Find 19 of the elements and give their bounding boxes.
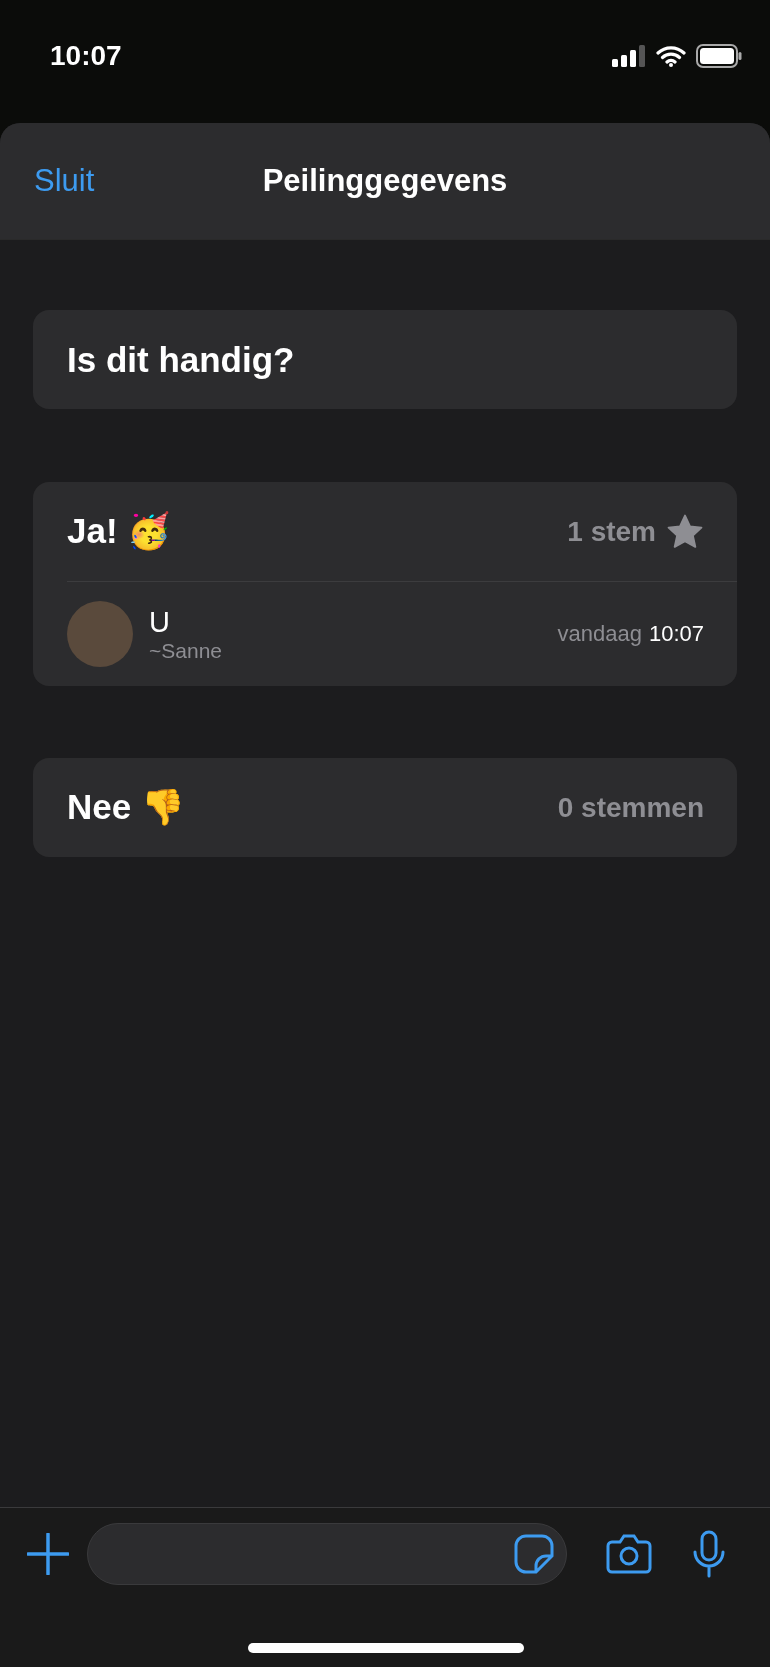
battery-icon xyxy=(696,44,742,68)
voter-subname: ~Sanne xyxy=(149,639,223,663)
vote-count: 0 stemmen xyxy=(557,791,704,824)
status-time: 10:07 xyxy=(50,40,122,72)
camera-icon[interactable] xyxy=(606,1534,652,1574)
close-button[interactable]: Sluit xyxy=(34,163,95,199)
voter-name: U xyxy=(149,605,171,639)
vote-day: vandaag xyxy=(557,621,642,647)
poll-question: Is dit handig? xyxy=(67,339,295,380)
option-label: Ja! 🥳 xyxy=(67,511,172,552)
signal-icon xyxy=(612,45,646,67)
option-label: Nee 👎 xyxy=(67,787,185,828)
vote-time: 10:07 xyxy=(648,621,704,647)
microphone-icon[interactable] xyxy=(692,1530,726,1578)
wifi-icon xyxy=(656,45,686,67)
sheet-title: Peilinggegevens xyxy=(262,163,508,198)
vote-count: 1 stem xyxy=(567,515,656,548)
plus-icon[interactable] xyxy=(27,1533,69,1575)
sticker-icon[interactable] xyxy=(514,1534,554,1574)
